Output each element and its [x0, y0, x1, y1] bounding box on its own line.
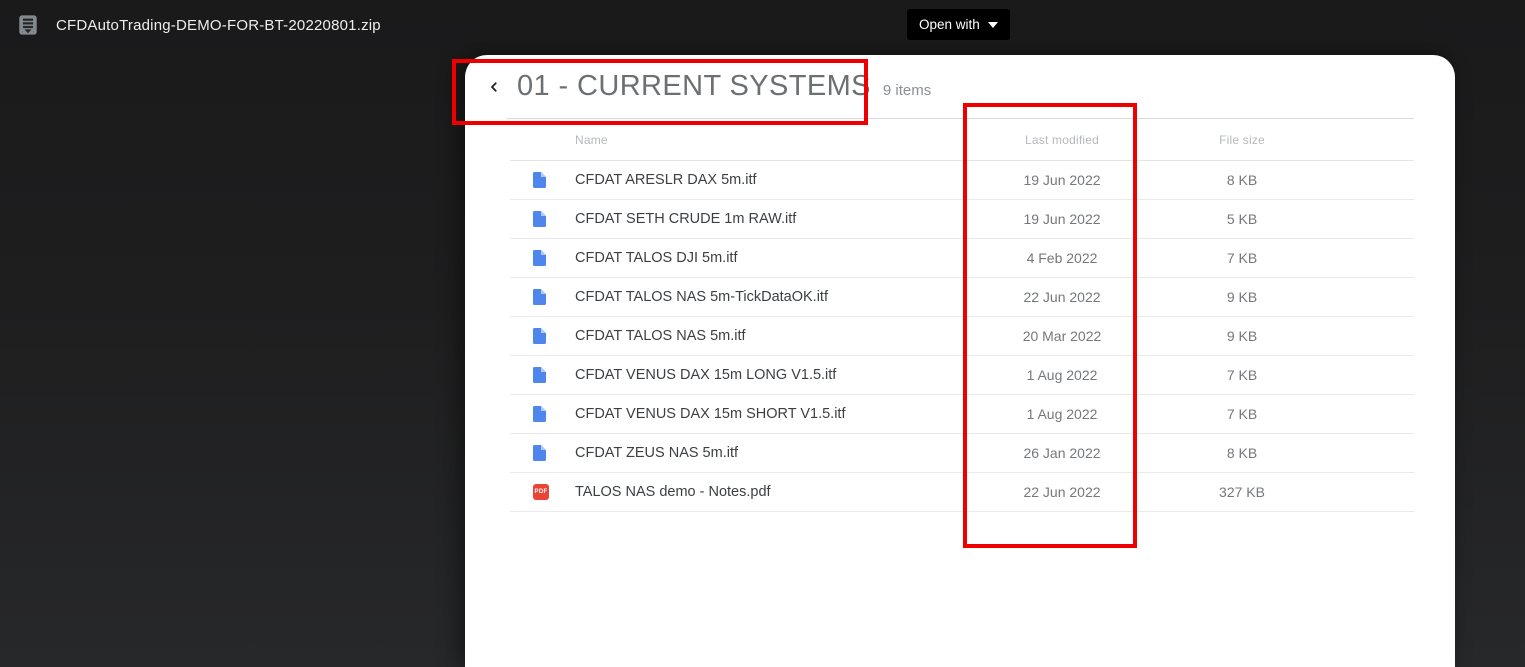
column-header-modified: Last modified: [1025, 132, 1099, 147]
file-modified-date: 1 Aug 2022: [1026, 406, 1098, 422]
zip-archive-icon: [19, 15, 37, 35]
file-icon-cell: [510, 367, 575, 383]
document-file-icon: [533, 328, 546, 344]
column-header-name: Name: [575, 132, 608, 147]
open-with-button[interactable]: Open with: [907, 9, 1010, 40]
file-name: CFDAT TALOS NAS 5m-TickDataOK.itf: [575, 289, 828, 305]
table-row[interactable]: CFDAT TALOS NAS 5m.itf 20 Mar 2022 9 KB: [510, 317, 1414, 356]
table-row[interactable]: CFDAT ARESLR DAX 5m.itf 19 Jun 2022 8 KB: [510, 161, 1414, 200]
table-row[interactable]: CFDAT TALOS DJI 5m.itf 4 Feb 2022 7 KB: [510, 239, 1414, 278]
items-count: 9 items: [882, 82, 932, 99]
document-file-icon: [533, 289, 546, 305]
top-bar: CFDAutoTrading-DEMO-FOR-BT-20220801.zip …: [0, 0, 1525, 50]
document-file-icon: [533, 211, 546, 227]
table-row[interactable]: CFDAT VENUS DAX 15m SHORT V1.5.itf 1 Aug…: [510, 395, 1414, 434]
file-modified-date: 20 Mar 2022: [1022, 328, 1102, 344]
file-table: Name Last modified File size CFDAT ARESL…: [510, 119, 1414, 512]
table-row[interactable]: CFDAT VENUS DAX 15m LONG V1.5.itf 1 Aug …: [510, 356, 1414, 395]
file-modified-date: 19 Jun 2022: [1023, 211, 1101, 227]
file-name: CFDAT SETH CRUDE 1m RAW.itf: [575, 211, 797, 227]
file-modified-date: 1 Aug 2022: [1026, 367, 1098, 383]
file-size: 8 KB: [1226, 172, 1258, 188]
file-icon-cell: [510, 328, 575, 344]
back-button[interactable]: [481, 74, 507, 100]
file-size: 7 KB: [1226, 406, 1258, 422]
folder-title: 01 - CURRENT SYSTEMS: [517, 70, 871, 102]
pdf-file-icon: PDF: [533, 484, 549, 500]
file-size: 8 KB: [1226, 445, 1258, 461]
file-name: CFDAT ZEUS NAS 5m.itf: [575, 445, 739, 461]
file-icon-cell: [510, 250, 575, 266]
chevron-down-icon: [987, 21, 998, 28]
folder-header: 01 - CURRENT SYSTEMS 9 items: [465, 55, 1455, 118]
file-name: CFDAT VENUS DAX 15m LONG V1.5.itf: [575, 367, 837, 383]
document-file-icon: [533, 406, 546, 422]
file-icon-cell: [510, 211, 575, 227]
file-modified-date: 26 Jan 2022: [1023, 445, 1101, 461]
file-size: 5 KB: [1226, 211, 1258, 227]
file-icon-cell: [510, 406, 575, 422]
document-file-icon: [533, 367, 546, 383]
file-name: CFDAT VENUS DAX 15m SHORT V1.5.itf: [575, 406, 846, 422]
table-row[interactable]: PDF TALOS NAS demo - Notes.pdf 22 Jun 20…: [510, 473, 1414, 512]
zip-filename: CFDAutoTrading-DEMO-FOR-BT-20220801.zip: [56, 16, 381, 34]
file-icon-cell: PDF: [510, 484, 575, 500]
file-icon-cell: [510, 445, 575, 461]
file-size: 9 KB: [1226, 289, 1258, 305]
file-icon-cell: [510, 289, 575, 305]
file-modified-date: 19 Jun 2022: [1023, 172, 1101, 188]
document-file-icon: [533, 172, 546, 188]
file-modified-date: 22 Jun 2022: [1023, 484, 1101, 500]
file-size: 9 KB: [1226, 328, 1258, 344]
file-size: 327 KB: [1219, 484, 1265, 500]
file-modified-date: 22 Jun 2022: [1023, 289, 1101, 305]
chevron-left-icon: [491, 81, 497, 92]
document-file-icon: [533, 445, 546, 461]
table-row[interactable]: CFDAT ZEUS NAS 5m.itf 26 Jan 2022 8 KB: [510, 434, 1414, 473]
file-modified-date: 4 Feb 2022: [1026, 250, 1098, 266]
table-row[interactable]: CFDAT TALOS NAS 5m-TickDataOK.itf 22 Jun…: [510, 278, 1414, 317]
open-with-label: Open with: [919, 17, 980, 32]
file-name: CFDAT TALOS DJI 5m.itf: [575, 250, 738, 266]
table-header-row: Name Last modified File size: [510, 119, 1414, 161]
document-file-icon: [533, 250, 546, 266]
table-row[interactable]: CFDAT SETH CRUDE 1m RAW.itf 19 Jun 2022 …: [510, 200, 1414, 239]
file-name: TALOS NAS demo - Notes.pdf: [575, 484, 771, 500]
file-size: 7 KB: [1226, 367, 1258, 383]
file-list: CFDAT ARESLR DAX 5m.itf 19 Jun 2022 8 KB…: [510, 161, 1414, 512]
zip-preview-card: 01 - CURRENT SYSTEMS 9 items Name Last m…: [465, 55, 1455, 667]
column-header-size: File size: [1219, 132, 1265, 147]
file-icon-cell: [510, 172, 575, 188]
file-size: 7 KB: [1226, 250, 1258, 266]
file-name: CFDAT TALOS NAS 5m.itf: [575, 328, 746, 344]
file-name: CFDAT ARESLR DAX 5m.itf: [575, 172, 757, 188]
